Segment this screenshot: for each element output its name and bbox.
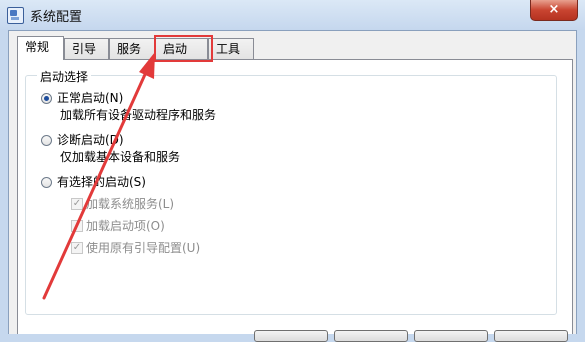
annotation-arrow: [42, 52, 155, 300]
